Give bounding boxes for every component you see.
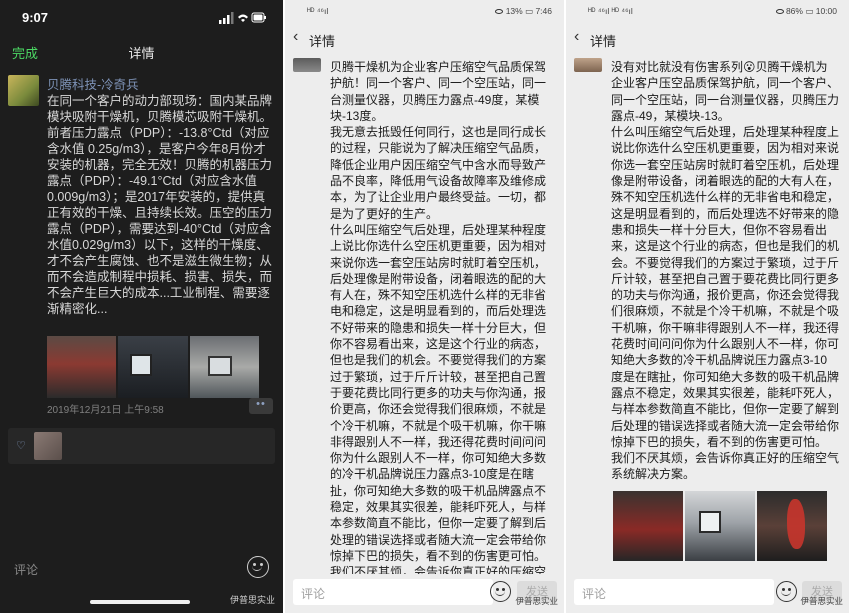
signal-icon: ᴴᴰ ⁴⁶ıl ᴴᴰ ⁴⁶ıl (588, 6, 633, 16)
light-moments-detail-panel: ᴴᴰ ⁴⁶ıl 13% ▭ 7:46 ‹ 详情 贝腾干燥机为企业客户压缩空气品质… (285, 0, 564, 613)
likes-section: ♡ (8, 428, 275, 464)
nav-bar: 完成 详情 (0, 34, 283, 68)
post-content: 没有对比就没有伤害系列😮贝腾干燥机为企业客户压空品质保驾护航，同一个客户、同一个… (566, 54, 849, 574)
dark-moments-detail-panel: 9:07 完成 详情 贝腾科技-冷奇兵 在同一个客户的动力部现场：国内某品牌模块… (0, 0, 283, 613)
instrument-display (207, 356, 232, 376)
post-date: 2019年12月21日 上午9:58 (47, 405, 164, 416)
emoji-icon[interactable] (776, 581, 797, 602)
emoji-icon[interactable] (247, 556, 269, 578)
chevron-left-icon[interactable]: ‹ (293, 28, 298, 46)
signal-wifi-battery-icon (219, 12, 266, 24)
post-photo[interactable] (757, 491, 827, 561)
page-title: 详情 (128, 46, 155, 61)
status-text: 86% ▭ 10:00 (785, 6, 837, 16)
page-title: 详情 (309, 34, 336, 49)
post-text: 在同一个客户的动力部现场：国内某品牌模块吸附干燥机，贝腾模芯吸附干燥机。前者压力… (47, 94, 273, 316)
avatar[interactable] (293, 58, 321, 72)
post-photo[interactable] (47, 336, 117, 398)
photo-grid (613, 491, 827, 561)
status-bar: 9:07 (0, 0, 283, 34)
watermark: 伊普思实业 (229, 595, 275, 605)
nav-bar: ‹ 详情 (566, 26, 849, 52)
light-moments-detail-panel-2: ᴴᴰ ⁴⁶ıl ᴴᴰ ⁴⁶ıl 86% ▭ 10:00 ‹ 详情 没有对比就没有… (566, 0, 849, 613)
battery-time: 86% ▭ 10:00 (775, 6, 837, 17)
signal-icon: ᴴᴰ ⁴⁶ıl (307, 6, 329, 16)
photo-grid (47, 336, 259, 398)
status-bar: ᴴᴰ ⁴⁶ıl 13% ▭ 7:46 (285, 0, 564, 22)
chevron-left-icon[interactable]: ‹ (574, 28, 579, 46)
watermark: 伊普思实业 (515, 596, 558, 606)
avatar[interactable] (8, 75, 39, 106)
instrument-display (699, 511, 721, 533)
comment-input[interactable]: 评论 (293, 579, 493, 605)
eye-icon (775, 9, 784, 15)
more-actions-button[interactable]: •• (249, 398, 273, 414)
author-name[interactable]: 贝腾科技-冷奇兵 (47, 74, 139, 93)
heart-icon: ♡ (16, 440, 26, 452)
status-time: 9:07 (22, 10, 49, 25)
comment-bar: 评论 (0, 553, 283, 583)
post-text: 没有对比就没有伤害系列😮贝腾干燥机为企业客户压空品质保驾护航，同一个客户、同一个… (611, 60, 840, 482)
post-photo[interactable] (189, 336, 259, 398)
comment-input[interactable]: 评论 (574, 579, 774, 605)
status-bar: ᴴᴰ ⁴⁶ıl ᴴᴰ ⁴⁶ıl 86% ▭ 10:00 (566, 0, 849, 22)
status-text: 13% ▭ 7:46 (505, 6, 552, 16)
post-photo[interactable] (613, 491, 683, 561)
post-photo[interactable] (685, 491, 755, 561)
post-content: 贝腾干燥机为企业客户压缩空气品质保驾护航！同一个客户、同一个空压站，同一台测量仪… (285, 54, 564, 574)
comment-input[interactable]: 评论 (14, 561, 38, 578)
home-indicator (90, 600, 190, 604)
comment-placeholder: 评论 (582, 587, 607, 601)
instrument-display (130, 354, 153, 376)
avatar[interactable] (574, 58, 602, 72)
post-text: 贝腾干燥机为企业客户压缩空气品质保驾护航！同一个客户、同一个空压站，同一台测量仪… (330, 60, 547, 574)
comment-placeholder: 评论 (301, 587, 326, 601)
eye-icon (495, 9, 504, 15)
watermark: 伊普思实业 (800, 596, 843, 606)
emoji-icon[interactable] (490, 581, 511, 602)
page-title: 详情 (590, 34, 617, 49)
battery-time: 13% ▭ 7:46 (495, 6, 552, 17)
post-photo[interactable] (118, 336, 188, 398)
liker-avatar[interactable] (34, 432, 62, 460)
nav-bar: ‹ 详情 (285, 26, 564, 52)
red-mark (787, 499, 805, 549)
